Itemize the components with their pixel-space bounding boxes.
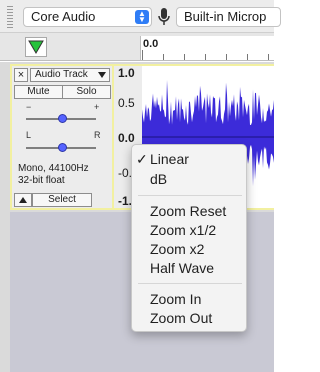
pan-left-label: L [26,130,32,140]
track-name-label: Audio Track [35,69,88,80]
menu-item-db[interactable]: dB [150,171,167,187]
menu-separator [138,195,242,196]
ruler-tick [142,50,143,60]
scale-label-zero: 0.0 [118,131,135,145]
gripper-icon[interactable] [7,6,13,28]
ruler-tick [226,54,227,60]
track-name-menu[interactable]: Audio Track [30,68,110,82]
menu-item-zoom-reset[interactable]: Zoom Reset [150,203,226,219]
close-track-button[interactable]: × [14,68,28,82]
ruler-tick [184,54,185,60]
gain-slider-thumb[interactable] [58,114,67,123]
chevron-updown-icon: ▲ ▼ [135,10,149,24]
ruler-tick [247,54,248,60]
gain-plus-label: + [94,102,100,112]
checkmark-icon: ✓ [136,151,148,167]
pan-slider-thumb[interactable] [58,143,67,152]
play-head-icon [28,40,44,54]
pan-right-label: R [94,130,101,140]
menu-item-linear[interactable]: Linear [150,151,189,167]
solo-button[interactable]: Solo [62,85,111,99]
dropdown-arrow-icon [98,72,106,78]
menu-item-half-wave[interactable]: Half Wave [150,260,214,276]
recording-device-value: Built-in Microp [184,9,267,24]
ruler-tick [205,54,206,60]
track-bitdepth-info: 32-bit float [18,175,65,186]
close-icon: × [17,69,25,81]
play-head-button[interactable] [25,37,47,57]
collapse-track-button[interactable] [14,193,32,207]
ruler-tick [163,54,164,60]
recording-device-select[interactable]: Built-in Microp [176,7,281,27]
ruler-tick [268,54,269,60]
select-track-button[interactable]: Select [32,193,92,207]
scale-label-half: 0.5 [118,96,135,110]
track-format-info: Mono, 44100Hz [18,163,89,174]
scale-label-neg-half: -0. [118,166,133,180]
menu-item-zoom-half[interactable]: Zoom x1/2 [150,222,216,238]
menu-separator [138,283,242,284]
menu-item-zoom-x2[interactable]: Zoom x2 [150,241,204,257]
gain-minus-label: − [26,102,32,112]
collapse-arrow-icon [19,197,27,203]
ruler-zero-label: 0.0 [143,38,159,50]
mute-button[interactable]: Mute [14,85,63,99]
menu-item-zoom-in[interactable]: Zoom In [150,291,201,307]
scale-label-bottom: -1. [118,194,133,208]
audio-host-value: Core Audio [31,9,96,24]
vertical-scale-context-menu: ✓ Linear dB Zoom Reset Zoom x1/2 Zoom x2… [131,144,247,332]
scale-label-top: 1.0 [118,66,135,80]
menu-item-zoom-out[interactable]: Zoom Out [150,310,212,326]
timeline-track[interactable] [140,36,274,60]
audio-host-select[interactable]: Core Audio ▲ ▼ [23,7,152,27]
microphone-icon [158,8,170,25]
